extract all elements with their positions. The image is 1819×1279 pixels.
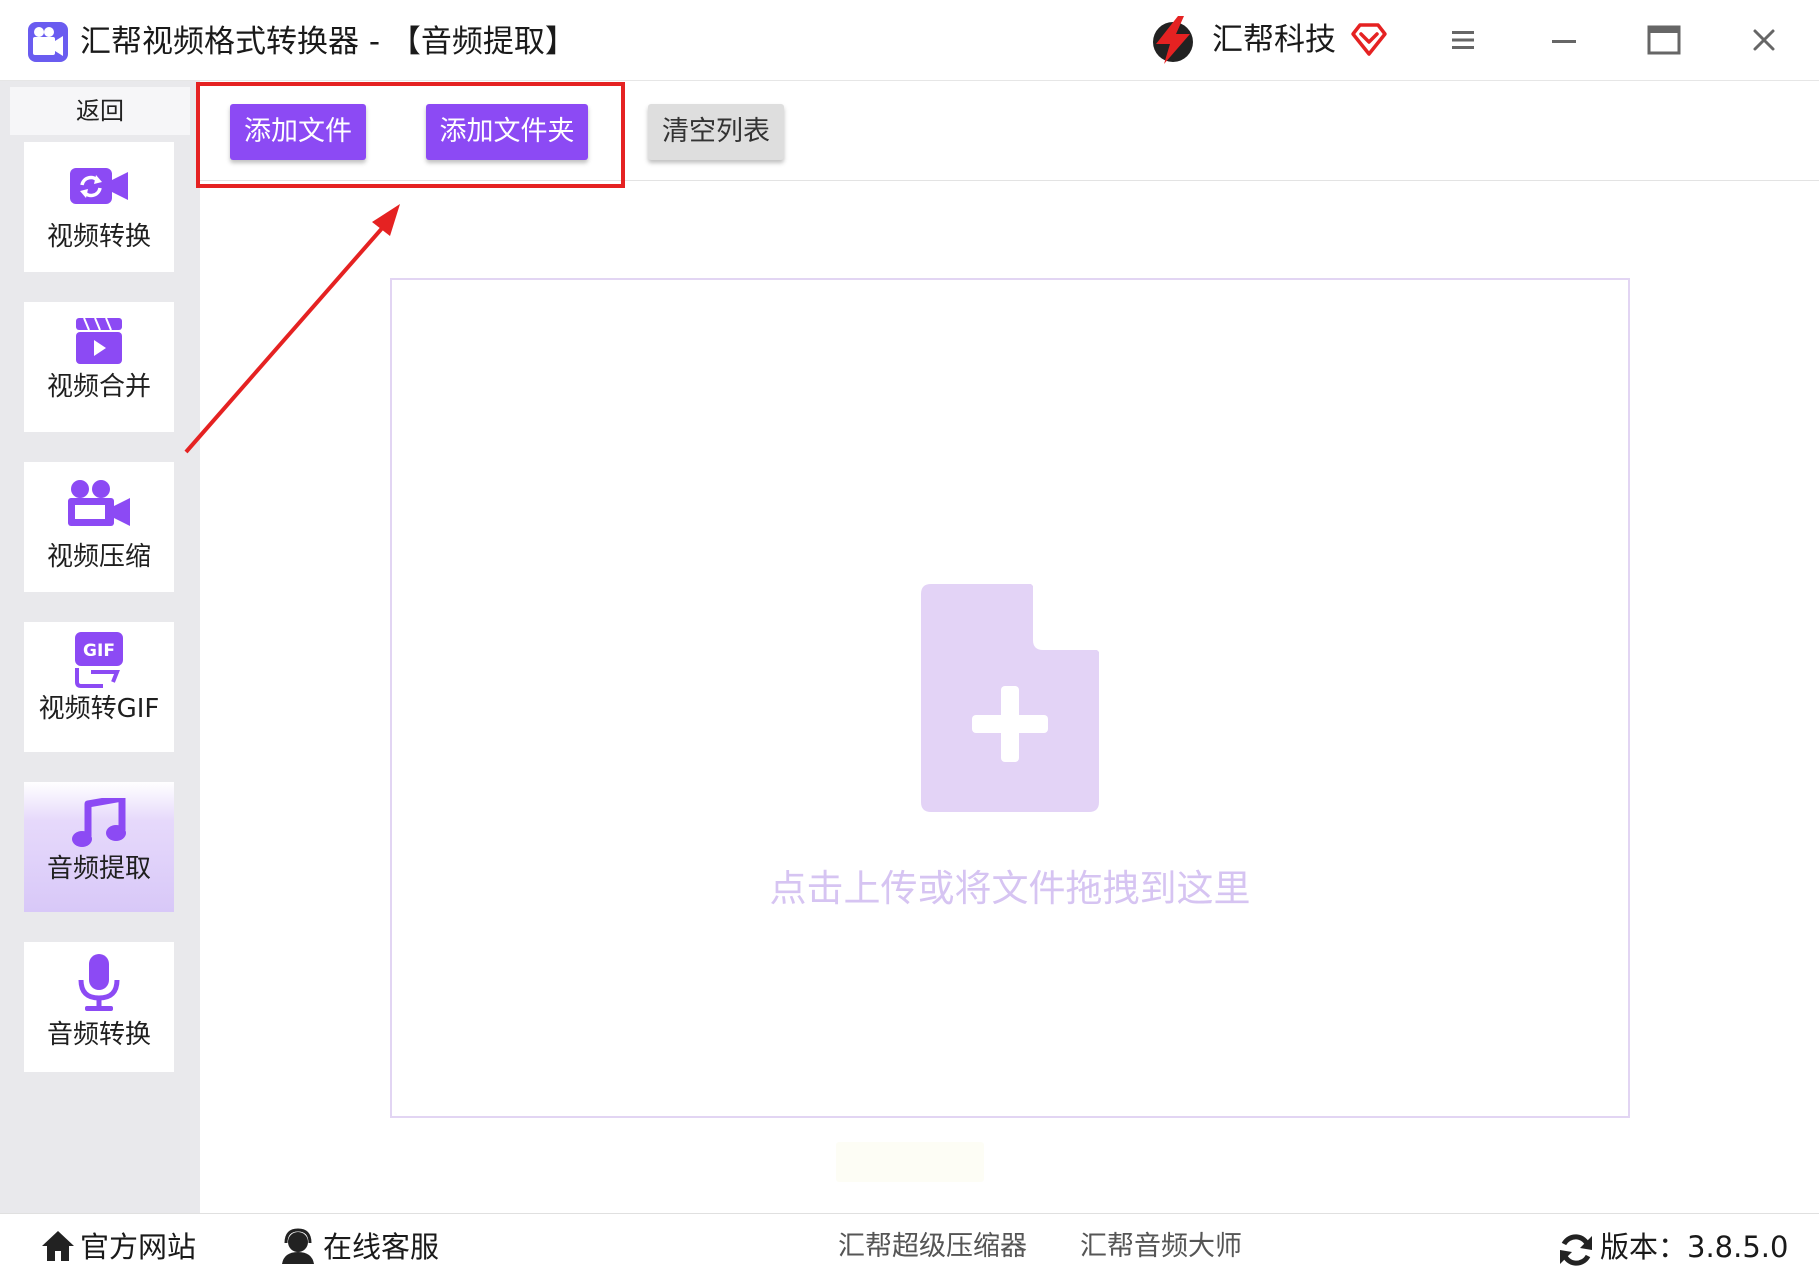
music-note-icon	[72, 798, 126, 847]
maximize-icon[interactable]	[1644, 20, 1684, 60]
minimize-icon[interactable]	[1544, 20, 1584, 60]
compressor-app-link[interactable]: 汇帮超级压缩器	[838, 1227, 1027, 1267]
sidebar-item-video-compress[interactable]: 视频压缩	[24, 462, 174, 592]
sidebar-item-label: 音频转换	[46, 1020, 151, 1050]
microphone-icon	[78, 954, 120, 1011]
version-label: 版本：3.8.5.0	[1600, 1230, 1789, 1264]
customer-service-icon[interactable]	[280, 1228, 316, 1264]
brand-name: 汇帮科技	[1212, 22, 1336, 58]
clear-list-button[interactable]: 清空列表	[648, 104, 784, 160]
back-button[interactable]: 返回	[10, 87, 190, 135]
brand-logo-icon	[1153, 16, 1193, 64]
close-icon[interactable]	[1744, 20, 1784, 60]
sidebar-item-video-to-gif[interactable]: GIF 视频转GIF	[24, 622, 174, 752]
sidebar-item-video-convert[interactable]: 视频转换	[24, 142, 174, 272]
file-add-icon[interactable]	[921, 584, 1099, 812]
refresh-icon[interactable]	[1558, 1232, 1594, 1268]
sidebar: 返回 视频转换 视频合并 视频压缩 GIF 视频转GIF 音频提取 音频转换	[0, 81, 200, 1213]
svg-text:GIF: GIF	[83, 641, 115, 661]
sidebar-item-video-merge[interactable]: 视频合并	[24, 302, 174, 432]
title-bar: 汇帮视频格式转换器 - 【音频提取】 汇帮科技	[0, 0, 1819, 81]
vip-diamond-icon[interactable]	[1350, 20, 1388, 58]
add-folder-button[interactable]: 添加文件夹	[426, 104, 588, 160]
sidebar-item-audio-extract[interactable]: 音频提取	[24, 782, 174, 912]
menu-icon[interactable]	[1443, 20, 1483, 60]
sidebar-item-label: 视频合并	[46, 372, 151, 402]
video-merge-icon	[76, 318, 122, 364]
home-icon[interactable]	[40, 1228, 76, 1264]
gif-icon: GIF	[75, 632, 123, 688]
add-file-button[interactable]: 添加文件	[230, 104, 366, 160]
drop-hint-text: 点击上传或将文件拖拽到这里	[769, 867, 1251, 910]
app-logo-icon	[28, 22, 68, 62]
sidebar-item-label: 视频转GIF	[38, 694, 160, 724]
official-website-link[interactable]: 官方网站	[80, 1227, 196, 1267]
sidebar-item-label: 音频提取	[46, 854, 151, 884]
start-button-faint	[836, 1142, 984, 1182]
window-title: 汇帮视频格式转换器 - 【音频提取】	[80, 24, 576, 60]
video-compress-icon	[68, 480, 130, 526]
sidebar-item-audio-convert[interactable]: 音频转换	[24, 942, 174, 1072]
sidebar-item-label: 视频转换	[46, 222, 151, 252]
video-convert-icon	[70, 168, 128, 204]
online-support-link[interactable]: 在线客服	[323, 1227, 439, 1267]
audio-app-link[interactable]: 汇帮音频大师	[1080, 1227, 1242, 1267]
sidebar-item-label: 视频压缩	[46, 542, 151, 572]
